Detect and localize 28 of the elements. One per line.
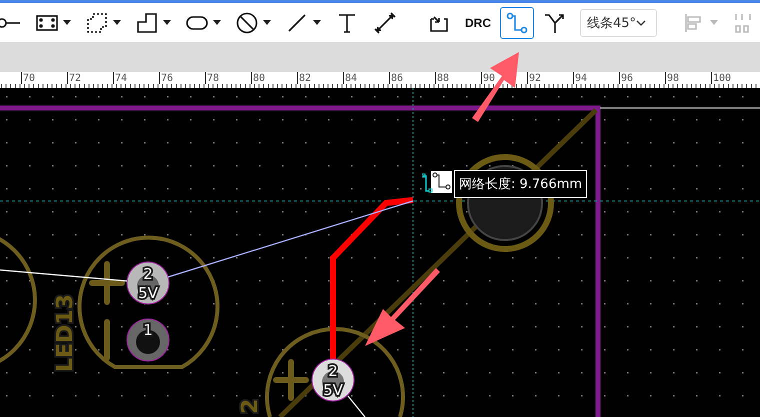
- chevron-down-icon: [636, 20, 646, 26]
- dimension-icon: [373, 10, 397, 34]
- plus-mark: [273, 359, 309, 401]
- pad-net: 5V: [138, 284, 158, 302]
- component-designator: 2: [238, 398, 263, 414]
- pad-number: 1: [143, 321, 153, 339]
- caret-icon: [63, 20, 71, 25]
- route-mode-dropdown[interactable]: 线条45°: [580, 8, 658, 36]
- pad: [126, 262, 170, 304]
- route-tool-button[interactable]: [500, 6, 534, 38]
- annotation-arrow: [472, 52, 519, 122]
- plus-mark: [89, 261, 125, 305]
- caret-icon: [263, 20, 271, 25]
- area-icon: [85, 10, 109, 34]
- polygon-icon: [135, 10, 159, 34]
- caret-icon: [213, 20, 221, 25]
- pin-icon: [0, 18, 21, 28]
- caret-icon: [710, 20, 718, 25]
- net-length-tooltip: 网络长度: 9.766mm: [454, 170, 588, 198]
- caret-icon: [113, 20, 121, 25]
- route-icon: [505, 10, 529, 34]
- caret-icon: [163, 20, 171, 25]
- pad: [126, 318, 170, 362]
- nosign-icon: [235, 10, 259, 34]
- ratsnest-line: [348, 396, 366, 417]
- component-designator: LED13: [53, 294, 78, 372]
- minus-mark: [104, 319, 110, 361]
- caret-icon: [313, 20, 321, 25]
